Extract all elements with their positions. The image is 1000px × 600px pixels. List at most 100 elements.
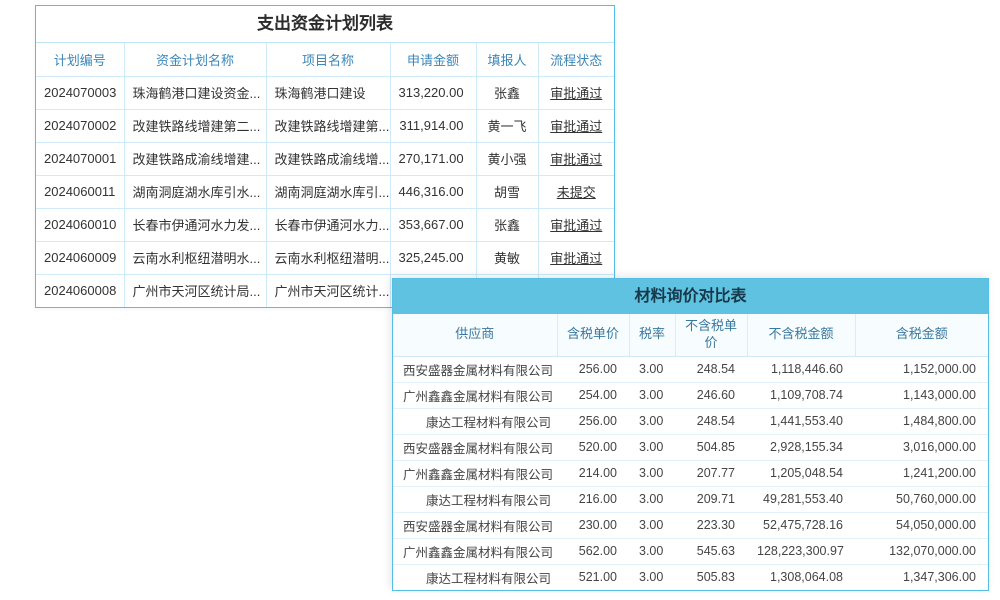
cell-amount_excl: 128,223,300.97 [747,538,855,564]
plan-table-row: 2024070002改建铁路线增建第二...改建铁路线增建第...311,914… [36,109,614,142]
column-header-amount: 申请金额 [390,43,476,76]
plan-table-title: 支出资金计划列表 [36,6,614,43]
inquiry-table-header-row: 供应商含税单价税率不含税单价不含税金额含税金额 [393,314,988,356]
cell-supplier: 广州鑫鑫金属材料有限公司 [393,460,557,486]
inquiry-table-title: 材料询价对比表 [393,279,988,314]
column-header-amount_excl: 不含税金额 [747,314,855,356]
cell-amount_excl: 1,308,064.08 [747,564,855,590]
cell-amount_incl: 50,760,000.00 [855,486,988,512]
column-header-price_excl: 不含税单价 [675,314,747,356]
plan-table-row: 2024060009云南水利枢纽潜明水...云南水利枢纽潜明...325,245… [36,241,614,274]
cell-status[interactable]: 审批通过 [538,241,614,274]
cell-price_incl: 214.00 [557,460,629,486]
cell-supplier: 广州鑫鑫金属材料有限公司 [393,538,557,564]
plan-table-row: 2024060010长春市伊通河水力发...长春市伊通河水力...353,667… [36,208,614,241]
inquiry-table-row: 广州鑫鑫金属材料有限公司214.003.00207.771,205,048.54… [393,460,988,486]
cell-amount_excl: 1,118,446.60 [747,356,855,382]
cell-amount_incl: 1,152,000.00 [855,356,988,382]
cell-price_excl: 248.54 [675,408,747,434]
cell-supplier: 广州鑫鑫金属材料有限公司 [393,382,557,408]
cell-tax_rate: 3.00 [629,382,675,408]
cell-price_excl: 223.30 [675,512,747,538]
cell-price_incl: 216.00 [557,486,629,512]
cell-status[interactable]: 审批通过 [538,208,614,241]
column-header-status: 流程状态 [538,43,614,76]
inquiry-table-row: 西安盛器金属材料有限公司256.003.00248.541,118,446.60… [393,356,988,382]
cell-project: 湖南洞庭湖水库引... [266,175,390,208]
cell-status[interactable]: 审批通过 [538,109,614,142]
cell-amount: 446,316.00 [390,175,476,208]
column-header-plan: 资金计划名称 [124,43,266,76]
cell-amount_incl: 1,241,200.00 [855,460,988,486]
column-header-person: 填报人 [476,43,538,76]
cell-status[interactable]: 审批通过 [538,142,614,175]
cell-project: 广州市天河区统计... [266,274,390,307]
cell-amount: 353,667.00 [390,208,476,241]
cell-tax_rate: 3.00 [629,538,675,564]
cell-id: 2024070003 [36,76,124,109]
inquiry-table-row: 西安盛器金属材料有限公司230.003.00223.3052,475,728.1… [393,512,988,538]
column-header-id: 计划编号 [36,43,124,76]
column-header-project: 项目名称 [266,43,390,76]
cell-supplier: 康达工程材料有限公司 [393,486,557,512]
cell-supplier: 康达工程材料有限公司 [393,564,557,590]
cell-amount_excl: 1,441,553.40 [747,408,855,434]
cell-id: 2024070001 [36,142,124,175]
cell-person: 胡雪 [476,175,538,208]
cell-plan: 长春市伊通河水力发... [124,208,266,241]
cell-amount_incl: 132,070,000.00 [855,538,988,564]
cell-tax_rate: 3.00 [629,512,675,538]
material-inquiry-panel: 材料询价对比表 供应商含税单价税率不含税单价不含税金额含税金额 西安盛器金属材料… [392,278,989,591]
cell-person: 黄小强 [476,142,538,175]
cell-supplier: 西安盛器金属材料有限公司 [393,512,557,538]
cell-price_incl: 254.00 [557,382,629,408]
cell-person: 张鑫 [476,208,538,241]
cell-amount_incl: 3,016,000.00 [855,434,988,460]
inquiry-table-row: 广州鑫鑫金属材料有限公司254.003.00246.601,109,708.74… [393,382,988,408]
cell-person: 黄敏 [476,241,538,274]
cell-status[interactable]: 审批通过 [538,76,614,109]
cell-supplier: 康达工程材料有限公司 [393,408,557,434]
cell-price_excl: 505.83 [675,564,747,590]
cell-person: 黄一飞 [476,109,538,142]
cell-tax_rate: 3.00 [629,356,675,382]
cell-person: 张鑫 [476,76,538,109]
cell-project: 云南水利枢纽潜明... [266,241,390,274]
cell-tax_rate: 3.00 [629,408,675,434]
column-header-amount_incl: 含税金额 [855,314,988,356]
cell-price_incl: 520.00 [557,434,629,460]
cell-price_incl: 562.00 [557,538,629,564]
cell-tax_rate: 3.00 [629,564,675,590]
cell-id: 2024060011 [36,175,124,208]
material-inquiry-table: 供应商含税单价税率不含税单价不含税金额含税金额 西安盛器金属材料有限公司256.… [393,314,988,590]
cell-amount_excl: 52,475,728.16 [747,512,855,538]
inquiry-table-row: 康达工程材料有限公司216.003.00209.7149,281,553.405… [393,486,988,512]
inquiry-table-row: 康达工程材料有限公司256.003.00248.541,441,553.401,… [393,408,988,434]
cell-id: 2024060008 [36,274,124,307]
cell-amount: 270,171.00 [390,142,476,175]
cell-supplier: 西安盛器金属材料有限公司 [393,356,557,382]
cell-price_incl: 230.00 [557,512,629,538]
cell-project: 改建铁路成渝线增... [266,142,390,175]
cell-price_excl: 504.85 [675,434,747,460]
cell-amount: 311,914.00 [390,109,476,142]
cell-tax_rate: 3.00 [629,434,675,460]
cell-amount_excl: 1,205,048.54 [747,460,855,486]
cell-plan: 广州市天河区统计局... [124,274,266,307]
expense-fund-plan-table: 计划编号资金计划名称项目名称申请金额填报人流程状态 2024070003 珠海鹤港… [36,43,614,307]
cell-amount_incl: 54,050,000.00 [855,512,988,538]
cell-plan: 改建铁路线增建第二... [124,109,266,142]
cell-status[interactable]: 未提交 [538,175,614,208]
cell-amount_incl: 1,347,306.00 [855,564,988,590]
plan-table-row: 2024070001改建铁路成渝线增建...改建铁路成渝线增...270,171… [36,142,614,175]
expense-fund-plan-panel: 支出资金计划列表 计划编号资金计划名称项目名称申请金额填报人流程状态 20240… [35,5,615,308]
cell-price_incl: 256.00 [557,356,629,382]
inquiry-table-row: 康达工程材料有限公司521.003.00505.831,308,064.081,… [393,564,988,590]
cell-tax_rate: 3.00 [629,460,675,486]
cell-id: 2024060009 [36,241,124,274]
cell-price_excl: 207.77 [675,460,747,486]
cell-price_excl: 246.60 [675,382,747,408]
cell-project: 珠海鹤港口建设 [266,76,390,109]
cell-tax_rate: 3.00 [629,486,675,512]
cell-amount_incl: 1,484,800.00 [855,408,988,434]
